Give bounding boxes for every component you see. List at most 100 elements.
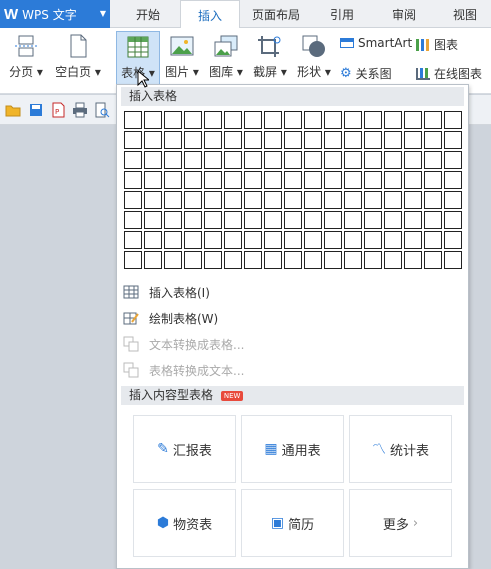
picture-button[interactable]: 图片 ▾ — [164, 34, 200, 80]
table-size-cell[interactable] — [124, 191, 142, 209]
table-size-cell[interactable] — [404, 231, 422, 249]
table-size-cell[interactable] — [324, 111, 342, 129]
table-size-cell[interactable] — [324, 211, 342, 229]
table-size-cell[interactable] — [204, 211, 222, 229]
table-size-cell[interactable] — [424, 131, 442, 149]
smartart-button[interactable]: SmartArt — [340, 36, 412, 50]
print-icon[interactable] — [72, 102, 88, 118]
gallery-button[interactable]: 图库 ▾ — [206, 34, 246, 80]
table-size-cell[interactable] — [124, 111, 142, 129]
print-preview-icon[interactable] — [94, 102, 110, 118]
table-size-cell[interactable] — [344, 151, 362, 169]
table-size-cell[interactable] — [264, 151, 282, 169]
table-size-cell[interactable] — [384, 211, 402, 229]
table-size-cell[interactable] — [424, 251, 442, 269]
table-size-cell[interactable] — [384, 131, 402, 149]
table-size-cell[interactable] — [224, 111, 242, 129]
table-size-cell[interactable] — [144, 131, 162, 149]
table-size-cell[interactable] — [184, 151, 202, 169]
table-size-cell[interactable] — [184, 231, 202, 249]
table-size-cell[interactable] — [164, 111, 182, 129]
table-size-cell[interactable] — [304, 111, 322, 129]
table-size-cell[interactable] — [324, 251, 342, 269]
table-size-cell[interactable] — [264, 211, 282, 229]
table-size-cell[interactable] — [124, 131, 142, 149]
report-table-card[interactable]: ✎ 汇报表 — [133, 415, 236, 483]
table-size-cell[interactable] — [244, 251, 262, 269]
table-size-cell[interactable] — [224, 211, 242, 229]
page-break-button[interactable]: 分页 ▾ — [6, 34, 46, 80]
shape-button[interactable]: 形状 ▾ — [294, 34, 334, 80]
table-size-cell[interactable] — [144, 111, 162, 129]
table-size-cell[interactable] — [284, 211, 302, 229]
table-size-cell[interactable] — [404, 111, 422, 129]
table-size-cell[interactable] — [124, 211, 142, 229]
table-size-cell[interactable] — [164, 131, 182, 149]
tab-page-layout[interactable]: 页面布局 — [244, 0, 308, 28]
table-size-cell[interactable] — [164, 211, 182, 229]
table-size-cell[interactable] — [364, 191, 382, 209]
tab-references[interactable]: 引用 — [312, 0, 372, 28]
tab-home[interactable]: 开始 — [116, 0, 180, 28]
table-size-cell[interactable] — [444, 231, 462, 249]
blank-page-button[interactable]: 空白页 ▾ — [52, 34, 104, 80]
table-size-cell[interactable] — [204, 251, 222, 269]
stats-table-card[interactable]: 〽 统计表 — [349, 415, 452, 483]
table-size-cell[interactable] — [384, 251, 402, 269]
text-to-table-menu-item[interactable]: 文本转换成表格... — [123, 333, 458, 355]
table-size-cell[interactable] — [304, 211, 322, 229]
table-size-cell[interactable] — [344, 251, 362, 269]
table-size-cell[interactable] — [304, 171, 322, 189]
table-size-cell[interactable] — [124, 231, 142, 249]
table-size-cell[interactable] — [184, 111, 202, 129]
table-size-cell[interactable] — [144, 231, 162, 249]
table-size-cell[interactable] — [244, 231, 262, 249]
table-size-cell[interactable] — [404, 251, 422, 269]
table-size-cell[interactable] — [444, 211, 462, 229]
table-size-cell[interactable] — [244, 151, 262, 169]
table-size-cell[interactable] — [184, 171, 202, 189]
table-size-cell[interactable] — [384, 111, 402, 129]
table-size-cell[interactable] — [304, 131, 322, 149]
table-size-cell[interactable] — [284, 111, 302, 129]
table-size-cell[interactable] — [324, 171, 342, 189]
table-size-cell[interactable] — [204, 171, 222, 189]
table-size-cell[interactable] — [344, 231, 362, 249]
table-size-cell[interactable] — [364, 251, 382, 269]
table-size-cell[interactable] — [324, 131, 342, 149]
table-size-cell[interactable] — [204, 151, 222, 169]
table-size-cell[interactable] — [444, 151, 462, 169]
table-size-cell[interactable] — [184, 211, 202, 229]
table-size-cell[interactable] — [224, 191, 242, 209]
table-size-cell[interactable] — [344, 131, 362, 149]
table-size-cell[interactable] — [424, 231, 442, 249]
table-size-cell[interactable] — [184, 131, 202, 149]
table-size-cell[interactable] — [424, 111, 442, 129]
table-size-cell[interactable] — [264, 131, 282, 149]
table-size-cell[interactable] — [284, 251, 302, 269]
table-size-cell[interactable] — [304, 231, 322, 249]
table-size-cell[interactable] — [404, 191, 422, 209]
table-size-cell[interactable] — [324, 151, 342, 169]
table-size-cell[interactable] — [164, 191, 182, 209]
table-size-cell[interactable] — [244, 111, 262, 129]
table-size-cell[interactable] — [124, 151, 142, 169]
table-size-cell[interactable] — [384, 191, 402, 209]
relation-chart-button[interactable]: ⚙ 关系图 — [340, 65, 392, 82]
resume-table-card[interactable]: ▣ 简历 — [241, 489, 344, 557]
table-size-cell[interactable] — [224, 231, 242, 249]
table-size-cell[interactable] — [404, 171, 422, 189]
more-tables-card[interactable]: 更多 › — [349, 489, 452, 557]
table-size-cell[interactable] — [284, 191, 302, 209]
table-size-cell[interactable] — [244, 171, 262, 189]
table-size-cell[interactable] — [284, 131, 302, 149]
table-size-cell[interactable] — [284, 171, 302, 189]
table-size-cell[interactable] — [424, 211, 442, 229]
table-size-cell[interactable] — [264, 191, 282, 209]
table-size-cell[interactable] — [364, 131, 382, 149]
table-size-cell[interactable] — [364, 151, 382, 169]
table-size-cell[interactable] — [264, 111, 282, 129]
table-size-cell[interactable] — [124, 251, 142, 269]
table-to-text-menu-item[interactable]: 表格转换成文本... — [123, 359, 458, 381]
table-size-cell[interactable] — [424, 191, 442, 209]
